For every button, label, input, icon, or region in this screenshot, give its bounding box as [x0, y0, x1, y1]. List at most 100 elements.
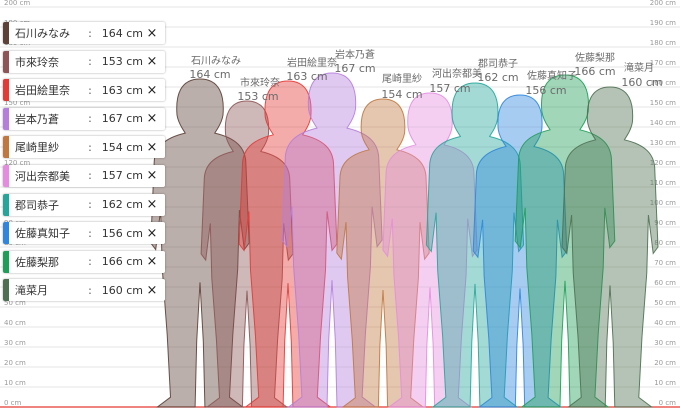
color-swatch — [3, 164, 9, 187]
figure-name-label: 佐藤真知子 — [527, 69, 577, 82]
figure-name-label: 尾崎里紗 — [382, 72, 422, 85]
color-swatch — [3, 222, 9, 245]
tick-label-right: 190 cm — [650, 19, 676, 27]
person-height: 160 cm — [101, 283, 143, 297]
person-name: 岩田絵里奈 — [15, 84, 70, 98]
tick-label-left: 20 cm — [4, 359, 26, 367]
figure-height-label: 160 cm — [621, 76, 662, 89]
tick-label-left: 0 cm — [4, 399, 22, 407]
person-list: 石川みなみ:164 cm × 市來玲奈:153 cm × 岩田絵里奈:163 cm × 岩本… — [3, 22, 165, 308]
tick-label-left: 30 cm — [4, 339, 26, 347]
figure-height-label: 164 cm — [189, 68, 230, 81]
person-list-item[interactable]: 佐藤梨那:166 cm × — [3, 250, 165, 273]
person-name: 河出奈都美 — [15, 169, 70, 183]
close-icon[interactable]: × — [143, 140, 161, 155]
separator: : — [88, 255, 92, 269]
person-height: 157 cm — [101, 169, 143, 183]
close-icon[interactable]: × — [143, 111, 161, 126]
person-name: 岩本乃蒼 — [15, 112, 59, 126]
person-name: 郡司恭子 — [15, 198, 59, 212]
person-list-item[interactable]: 佐藤真知子:156 cm × — [3, 222, 165, 245]
person-name: 市來玲奈 — [15, 55, 59, 69]
color-swatch — [3, 193, 9, 216]
person-name: 佐藤梨那 — [15, 255, 59, 269]
tick-label-right: 20 cm — [654, 359, 676, 367]
person-list-item[interactable]: 市來玲奈:153 cm × — [3, 50, 165, 73]
tick-label-left: 10 cm — [4, 379, 26, 387]
person-list-item[interactable]: 尾崎里紗:154 cm × — [3, 136, 165, 159]
color-swatch — [3, 136, 9, 159]
separator: : — [88, 112, 92, 126]
close-icon[interactable]: × — [143, 226, 161, 241]
tick-label-right: 130 cm — [650, 139, 676, 147]
figure-height-label: 167 cm — [334, 62, 375, 75]
tick-label-right: 180 cm — [650, 39, 676, 47]
person-list-item[interactable]: 岩田絵里奈:163 cm × — [3, 79, 165, 102]
figure-name-label: 佐藤梨那 — [575, 51, 615, 64]
tick-label-right: 140 cm — [650, 119, 676, 127]
figure-height-label: 166 cm — [574, 65, 615, 78]
close-icon[interactable]: × — [143, 26, 161, 41]
tick-label-right: 10 cm — [654, 379, 676, 387]
tick-label-right: 200 cm — [650, 0, 676, 7]
color-swatch — [3, 279, 9, 302]
person-list-item[interactable]: 石川みなみ:164 cm × — [3, 22, 165, 44]
figure-height-label: 163 cm — [286, 70, 327, 83]
separator: : — [88, 83, 92, 97]
person-name: 石川みなみ — [15, 27, 70, 40]
figure-height-label: 162 cm — [477, 71, 518, 84]
separator: : — [88, 55, 92, 69]
person-height: 167 cm — [101, 112, 143, 126]
figure-height-label: 154 cm — [381, 88, 422, 101]
close-icon[interactable]: × — [143, 254, 161, 269]
figure-name-label: 市來玲奈 — [240, 76, 280, 89]
figure-name-label: 石川みなみ — [191, 55, 241, 67]
person-height: 166 cm — [101, 255, 143, 269]
figure-name-label: 岩田絵里奈 — [287, 56, 337, 69]
tick-label-right: 150 cm — [650, 99, 676, 107]
person-height: 162 cm — [101, 198, 143, 212]
color-swatch — [3, 250, 9, 273]
tick-label-right: 70 cm — [654, 259, 676, 267]
figure-height-label: 153 cm — [237, 90, 278, 103]
tick-label-left: 200 cm — [4, 0, 30, 7]
color-swatch — [3, 50, 9, 73]
tick-label-right: 40 cm — [654, 319, 676, 327]
tick-label-right: 30 cm — [654, 339, 676, 347]
person-name: 尾崎里紗 — [15, 141, 59, 155]
figure-height-label: 157 cm — [429, 82, 470, 95]
person-name: 滝菜月 — [15, 284, 48, 298]
color-swatch — [3, 107, 9, 130]
close-icon[interactable]: × — [143, 54, 161, 69]
figure-name-label: 河出奈都美 — [432, 67, 482, 80]
figure-name-label: 岩本乃蒼 — [335, 48, 375, 61]
close-icon[interactable]: × — [143, 283, 161, 298]
separator: : — [88, 226, 92, 240]
tick-label-left: 40 cm — [4, 319, 26, 327]
silhouette-figures — [150, 72, 659, 408]
figure-name-label: 郡司恭子 — [478, 58, 518, 70]
person-height: 153 cm — [101, 55, 143, 69]
person-height: 164 cm — [101, 26, 143, 40]
separator: : — [88, 198, 92, 212]
person-name: 佐藤真知子 — [15, 227, 70, 241]
separator: : — [88, 283, 92, 297]
person-list-item[interactable]: 郡司恭子:162 cm × — [3, 193, 165, 216]
color-swatch — [3, 22, 9, 44]
person-list-item[interactable]: 河出奈都美:157 cm × — [3, 164, 165, 187]
tick-label-right: 50 cm — [654, 299, 676, 307]
close-icon[interactable]: × — [143, 197, 161, 212]
person-list-item[interactable]: 滝菜月:160 cm × — [3, 279, 165, 302]
close-icon[interactable]: × — [143, 168, 161, 183]
tick-label-right: 60 cm — [654, 279, 676, 287]
person-height: 154 cm — [101, 140, 143, 154]
tick-label-right: 0 cm — [659, 399, 677, 407]
person-height: 156 cm — [101, 226, 143, 240]
close-icon[interactable]: × — [143, 83, 161, 98]
separator: : — [88, 26, 92, 40]
person-list-item[interactable]: 岩本乃蒼:167 cm × — [3, 107, 165, 130]
separator: : — [88, 169, 92, 183]
figure-name-label: 滝菜月 — [624, 62, 654, 74]
color-swatch — [3, 79, 9, 102]
person-height: 163 cm — [101, 83, 143, 97]
